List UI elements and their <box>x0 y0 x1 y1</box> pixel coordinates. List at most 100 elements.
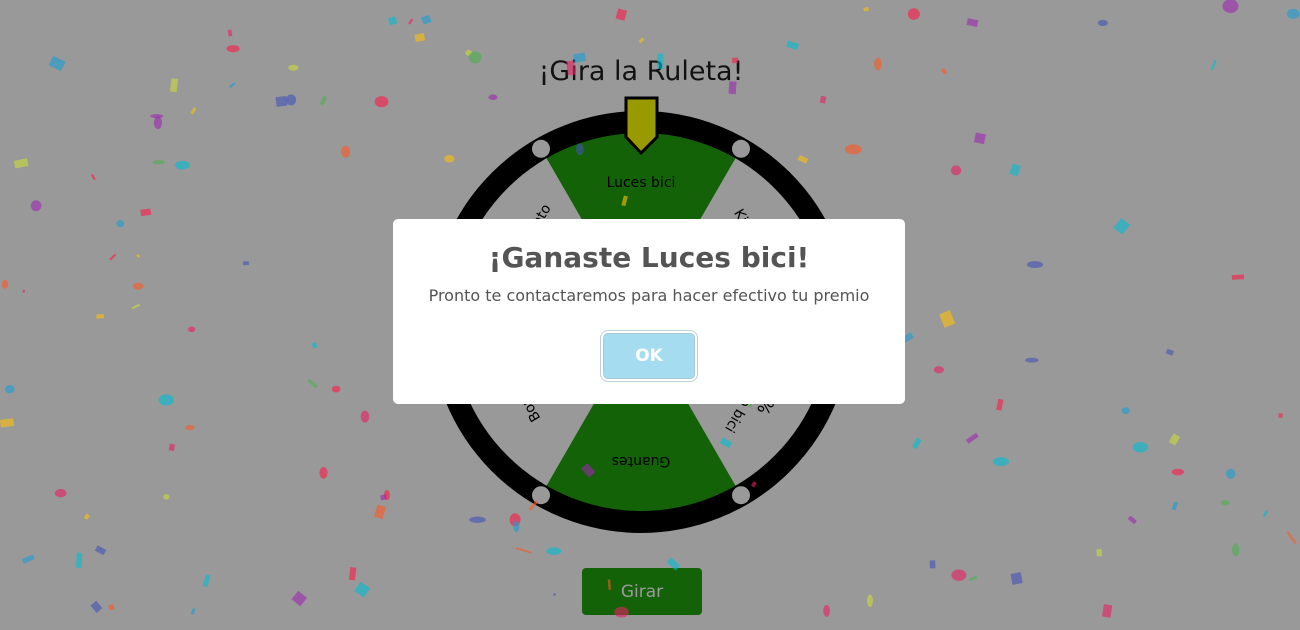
dialog-title: ¡Ganaste Luces bici! <box>488 241 810 274</box>
confetti-piece <box>374 96 389 108</box>
confetti-piece <box>4 384 15 394</box>
confetti-piece <box>153 116 163 130</box>
confetti-piece <box>1225 468 1236 479</box>
confetti-piece <box>131 303 141 310</box>
confetti-piece <box>1165 348 1174 356</box>
confetti-piece <box>1232 543 1240 557</box>
confetti-piece <box>1102 604 1113 618</box>
confetti-piece <box>1286 530 1297 545</box>
confetti-piece <box>421 14 432 25</box>
confetti-piece <box>226 45 240 53</box>
confetti-piece <box>1025 357 1039 363</box>
confetti-piece <box>202 574 211 588</box>
confetti-piece <box>388 16 398 26</box>
confetti-piece <box>546 547 562 555</box>
confetti-piece <box>657 53 664 69</box>
confetti-piece <box>288 64 299 71</box>
confetti-piece <box>91 173 96 181</box>
confetti-piece <box>1026 261 1044 269</box>
confetti-piece <box>965 432 979 444</box>
confetti-piece <box>968 575 978 582</box>
confetti-piece <box>786 40 800 50</box>
confetti-piece <box>732 57 739 64</box>
confetti-piece <box>621 195 628 207</box>
confetti-piece <box>1168 433 1181 446</box>
confetti-piece <box>933 366 945 374</box>
confetti-piece <box>951 569 967 581</box>
confetti-piece <box>1262 509 1269 518</box>
confetti-piece <box>581 463 596 478</box>
confetti-piece <box>152 160 165 165</box>
dialog-message: Pronto te contactaremos para hacer efect… <box>428 286 870 305</box>
confetti-piece <box>75 552 83 568</box>
confetti-piece <box>1132 441 1148 453</box>
confetti-piece <box>553 592 556 596</box>
confetti-piece <box>1 279 9 289</box>
confetti-piece <box>83 513 90 520</box>
confetti-piece <box>1171 501 1179 511</box>
confetti-piece <box>1121 407 1130 415</box>
confetti-piece <box>13 158 29 169</box>
confetti-piece <box>22 289 26 293</box>
confetti-piece <box>108 603 115 611</box>
confetti-piece <box>373 504 387 520</box>
confetti-piece <box>469 516 486 523</box>
confetti-piece <box>939 310 956 328</box>
confetti-piece <box>488 94 498 101</box>
confetti-piece <box>360 410 370 423</box>
confetti-piece <box>140 208 152 217</box>
ok-button[interactable]: OK <box>603 333 695 379</box>
confetti-piece <box>319 95 328 106</box>
confetti-piece <box>974 132 986 145</box>
confetti-piece <box>1113 217 1130 235</box>
confetti-piece <box>331 385 341 393</box>
confetti-piece <box>940 67 948 75</box>
confetti-piece <box>513 520 520 533</box>
confetti-piece <box>227 29 233 37</box>
confetti-piece <box>307 378 319 389</box>
confetti-piece <box>21 554 35 564</box>
confetti-piece <box>1231 274 1245 280</box>
confetti-piece <box>566 60 576 76</box>
confetti-piece <box>163 494 170 500</box>
confetti-piece <box>242 261 249 266</box>
confetti-piece <box>874 58 882 71</box>
confetti-piece <box>1171 468 1184 476</box>
confetti-piece <box>515 547 532 554</box>
confetti-piece <box>844 144 862 155</box>
confetti-piece <box>575 143 584 156</box>
confetti-piece <box>615 8 628 21</box>
confetti-piece <box>638 37 645 44</box>
confetti-piece <box>950 165 962 176</box>
confetti-piece <box>797 155 809 164</box>
confetti-piece <box>863 6 870 12</box>
confetti-piece <box>573 52 586 63</box>
confetti-piece <box>185 424 195 431</box>
confetti-piece <box>132 282 144 290</box>
confetti-piece <box>275 95 288 107</box>
confetti-piece <box>136 253 141 258</box>
confetti-piece <box>190 107 197 115</box>
confetti-piece <box>750 481 757 488</box>
confetti-piece <box>187 326 196 333</box>
confetti-piece <box>0 418 15 428</box>
confetti-piece <box>408 18 414 25</box>
confetti-piece <box>96 314 105 319</box>
confetti-piece <box>992 457 1010 467</box>
confetti-piece <box>311 341 318 349</box>
confetti-piece <box>1210 59 1217 71</box>
confetti-piece <box>348 567 357 581</box>
confetti-piece <box>819 95 827 104</box>
confetti-piece <box>866 594 874 607</box>
confetti-piece <box>528 500 539 511</box>
confetti-piece <box>341 145 351 158</box>
confetti-piece <box>94 545 107 556</box>
confetti-piece <box>190 607 196 615</box>
confetti-piece <box>929 560 936 569</box>
confetti-piece <box>1127 515 1137 525</box>
confetti-piece <box>1097 19 1108 27</box>
confetti-piece <box>911 437 922 450</box>
confetti-piece <box>158 394 174 406</box>
confetti-piece <box>607 579 612 590</box>
confetti-piece <box>468 51 482 64</box>
